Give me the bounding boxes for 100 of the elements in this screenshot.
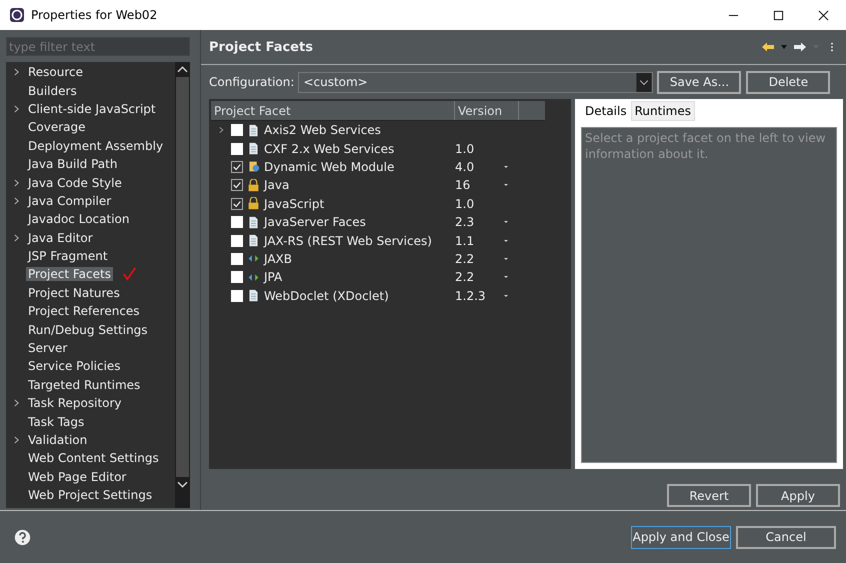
- menu-icon[interactable]: [828, 42, 836, 52]
- sidebar-item[interactable]: Task Repository: [26, 396, 124, 410]
- configuration-dropdown[interactable]: <custom>: [298, 72, 654, 92]
- sidebar-item[interactable]: Javadoc Location: [26, 212, 132, 226]
- table-cell: 1.0: [455, 196, 474, 211]
- help-icon[interactable]: [14, 528, 31, 546]
- checkbox[interactable]: [231, 271, 243, 284]
- sidebar-item[interactable]: Task Tags: [26, 414, 86, 429]
- sidebar-item[interactable]: Web Content Settings: [26, 451, 161, 466]
- maximize-icon[interactable]: [773, 10, 784, 20]
- sidebar-item[interactable]: Run/Debug Settings: [26, 322, 150, 337]
- dropdown-icon[interactable]: [503, 275, 509, 280]
- checkbox[interactable]: [231, 198, 243, 210]
- expand-icon[interactable]: [12, 398, 20, 408]
- button[interactable]: Apply: [756, 484, 840, 507]
- button[interactable]: Delete: [746, 70, 830, 94]
- dropdown-icon[interactable]: [503, 294, 509, 298]
- sidebar-item[interactable]: Client-side JavaScript: [26, 102, 158, 116]
- dropdown-icon[interactable]: [503, 256, 509, 261]
- filter-field[interactable]: type filter text: [6, 37, 190, 56]
- window-title: Properties for Web02: [31, 8, 158, 22]
- document-icon: [247, 124, 260, 137]
- sidebar-item[interactable]: Service Policies: [26, 359, 123, 374]
- table-cell-text: JavaScript: [264, 196, 326, 211]
- checkbox[interactable]: [231, 179, 243, 192]
- sidebar-item[interactable]: Builders: [26, 84, 79, 98]
- checkbox[interactable]: [231, 160, 243, 173]
- button[interactable]: Save As...: [657, 70, 742, 94]
- sidebar-item[interactable]: Coverage: [26, 120, 88, 134]
- sidebar-item[interactable]: Java Compiler: [26, 194, 114, 208]
- configuration-label: Configuration:: [209, 75, 294, 89]
- table-cell: 1.1: [455, 234, 474, 248]
- sidebar-item[interactable]: Java Editor: [26, 230, 95, 245]
- column-header[interactable]: Version: [455, 101, 519, 120]
- forward-arrow-icon[interactable]: [793, 41, 807, 53]
- scrollbar[interactable]: [175, 62, 190, 508]
- sidebar-item[interactable]: Project Facets: [26, 267, 113, 282]
- expand-icon[interactable]: [12, 435, 20, 445]
- expand-icon[interactable]: [12, 232, 20, 243]
- checkbox[interactable]: [231, 290, 243, 302]
- lock-icon: [247, 178, 260, 192]
- table-cell-text: Java: [264, 178, 290, 192]
- sidebar-item[interactable]: Project Natures: [26, 286, 122, 300]
- checkbox[interactable]: [231, 142, 243, 155]
- table-cell: 2.2: [455, 270, 474, 284]
- tab[interactable]: Runtimes: [630, 101, 695, 121]
- button[interactable]: Apply and Close: [631, 526, 731, 548]
- dropdown-icon[interactable]: [503, 238, 509, 243]
- table-cell-text: JPA: [264, 270, 284, 284]
- sidebar-item[interactable]: JSP Fragment: [26, 249, 110, 264]
- table-cell: 2.2: [455, 252, 474, 266]
- module-icon: [247, 160, 260, 174]
- table-cell-text: CXF 2.x Web Services: [264, 142, 396, 156]
- table-cell: 1.2.3: [455, 288, 486, 303]
- expand-icon[interactable]: [12, 104, 20, 114]
- sidebar-item[interactable]: Web Project Settings: [26, 488, 154, 502]
- button[interactable]: Cancel: [736, 526, 836, 548]
- checkbox[interactable]: [231, 216, 243, 228]
- expand-icon[interactable]: [12, 196, 20, 206]
- table-cell-text: JAX-RS (REST Web Services): [264, 234, 433, 248]
- check-mark-icon: [122, 267, 137, 282]
- checkbox[interactable]: [231, 234, 243, 247]
- sidebar-item[interactable]: Java Code Style: [26, 176, 124, 190]
- dropdown-icon[interactable]: [503, 220, 509, 224]
- document-icon: [247, 234, 260, 248]
- button[interactable]: Revert: [667, 484, 751, 507]
- sidebar-item[interactable]: Targeted Runtimes: [26, 378, 142, 392]
- document-icon: [247, 289, 260, 302]
- table-cell-text: Axis2 Web Services: [264, 123, 382, 138]
- expand-icon[interactable]: [12, 67, 20, 78]
- dropdown-icon[interactable]: [503, 164, 509, 169]
- table-cell: 1.0: [455, 142, 474, 156]
- table-cell: 16: [455, 178, 470, 192]
- table-cell: 4.0: [455, 160, 474, 174]
- column-header[interactable]: Project Facet: [211, 101, 455, 120]
- dropdown-icon[interactable]: [503, 183, 509, 188]
- sidebar-item[interactable]: Web Page Editor: [26, 470, 128, 484]
- document-icon: [247, 142, 260, 156]
- sidebar-item[interactable]: Validation: [26, 433, 90, 447]
- table-cell-text: JavaServer Faces: [264, 215, 367, 230]
- sidebar-item[interactable]: Server: [26, 341, 70, 356]
- details-text: Select a project facet on the left to view information about it.: [585, 131, 826, 161]
- sidebar-item[interactable]: Java Build Path: [26, 157, 120, 172]
- document-icon: [247, 216, 260, 229]
- table-cell-text: JAXB: [264, 252, 293, 266]
- lock-icon: [247, 197, 260, 210]
- sidebar-item[interactable]: Deployment Assembly: [26, 138, 166, 153]
- sidebar-item[interactable]: Resource: [26, 65, 86, 80]
- table-cell-text: WebDoclet (XDoclet): [264, 288, 390, 303]
- page-title: Project Facets: [209, 40, 313, 54]
- checkbox[interactable]: [231, 124, 243, 136]
- chevron-down-icon[interactable]: [636, 72, 652, 92]
- sidebar-item[interactable]: Project References: [26, 304, 142, 318]
- table-cell-text: Dynamic Web Module: [264, 160, 396, 174]
- checkbox[interactable]: [231, 252, 243, 265]
- close-icon[interactable]: [818, 10, 829, 20]
- expand-icon[interactable]: [218, 125, 224, 136]
- expand-icon[interactable]: [12, 178, 20, 188]
- back-arrow-icon[interactable]: [761, 41, 775, 53]
- table-cell: 2.3: [455, 215, 474, 230]
